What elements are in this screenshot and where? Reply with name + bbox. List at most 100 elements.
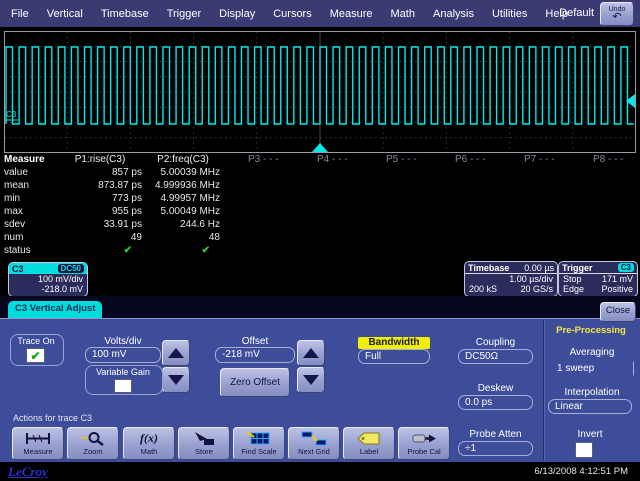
measure-num-p7 [498,232,567,245]
interpolation-field[interactable]: Linear [548,399,632,414]
measure-sdev-p6 [429,219,498,232]
offset-label: Offset [215,336,295,347]
measure-row-label-max: max [4,206,56,219]
menu-item-file[interactable]: File [2,8,38,20]
default-setup-button[interactable]: Default [559,7,594,19]
timebase-descriptor[interactable]: Timebase 0.00 µs 1.00 µs/div 200 kS 20 G… [464,261,558,297]
measure-num-p3 [222,232,291,245]
next-grid-icon [301,431,327,446]
measure-table-title: Measure [4,154,56,167]
menu-item-math[interactable]: Math [382,8,424,20]
menu-item-analysis[interactable]: Analysis [424,8,483,20]
measure-col-header-p4[interactable]: P4 - - - [291,154,360,167]
volts-div-decrease-button[interactable] [162,367,190,393]
channel-c3-grid-label: C3 [6,110,17,119]
trigger-mode: Stop [563,274,582,284]
toolbar-button-label: Zoom [83,447,102,456]
measure-value-p1: 857 ps [56,167,144,180]
label-button[interactable]: Label [343,427,395,460]
probe-cal-button[interactable]: Probe Cal [398,427,450,460]
volts-div-increase-button[interactable] [162,340,190,366]
measure-row-label-sdev: sdev [4,219,56,232]
measure-row-label-num: num [4,232,56,245]
channel-c3-name: C3 [12,264,24,274]
deskew-label: Deskew [458,383,533,394]
measure-col-header-p8[interactable]: P8 - - - [567,154,636,167]
menu-item-display[interactable]: Display [210,8,264,20]
menu-item-cursors[interactable]: Cursors [264,8,321,20]
math-button[interactable]: f(x)Math [123,427,175,460]
menu-item-vertical[interactable]: Vertical [38,8,92,20]
probe-atten-field[interactable]: ÷1 [458,441,533,456]
menu-item-utilities[interactable]: Utilities [483,8,536,20]
toolbar-button-label: Store [195,447,213,456]
close-button[interactable]: Close [600,302,636,322]
measure-num-p2: 48 [144,232,222,245]
averaging-field[interactable]: 1 sweep [550,361,634,376]
channel-c3-descriptor[interactable]: C3 DC50 100 mV/div -218.0 mV [8,262,88,297]
trigger-descriptor[interactable]: Trigger C3 Stop 171 mV Edge Positive [558,261,638,297]
measure-col-header-p3[interactable]: P3 - - - [222,154,291,167]
volts-div-field[interactable]: 100 mV [85,347,161,363]
toolbar-button-label: Label [360,447,378,456]
undo-button[interactable]: Undo ↶ [600,2,634,26]
tab-c3-vertical-adjust[interactable]: C3 Vertical Adjust [8,301,102,318]
bandwidth-field[interactable]: Full [358,349,430,364]
trigger-slope: Positive [601,284,633,294]
arrow-up-icon [168,348,184,358]
measure-row-label-mean: mean [4,180,56,193]
offset-field[interactable]: -218 mV [215,347,295,363]
offset-decrease-button[interactable] [297,367,325,393]
invert-checkbox[interactable] [575,442,593,458]
store-icon [191,431,217,446]
measure-max-p7 [498,206,567,219]
measure-max-p1: 955 ps [56,206,144,219]
zoom-icon [80,431,106,446]
variable-gain-checkbox[interactable] [114,379,132,393]
trigger-type: Edge [563,284,584,294]
next-grid-button[interactable]: Next Grid [288,427,340,460]
measure-button[interactable]: Measure [12,427,64,460]
measure-value-p7 [498,167,567,180]
measure-sdev-p2: 244.6 Hz [144,219,222,232]
measure-sdev-p5 [360,219,429,232]
deskew-field[interactable]: 0.0 ps [458,395,533,410]
lecroy-logo: LeCroy [8,464,48,480]
measure-col-header-p5[interactable]: P5 - - - [360,154,429,167]
measure-col-header-p2[interactable]: P2:freq(C3) [144,154,222,167]
measure-min-p4 [291,193,360,206]
channel-c3-header: C3 DC50 [9,263,87,274]
measure-sdev-p7 [498,219,567,232]
zoom-button[interactable]: Zoom [67,427,119,460]
zero-offset-button[interactable]: Zero Offset [220,368,290,397]
probe-cal-icon [411,431,437,446]
measure-min-p8 [567,193,636,206]
find-scale-button[interactable]: Find Scale [233,427,285,460]
coupling-field[interactable]: DC50Ω [458,349,533,364]
measure-col-header-p1[interactable]: P1:rise(C3) [56,154,144,167]
measure-status-p5 [360,245,429,258]
menu-item-timebase[interactable]: Timebase [92,8,158,20]
measure-col-header-p7[interactable]: P7 - - - [498,154,567,167]
menu-items: FileVerticalTimebaseTriggerDisplayCursor… [2,0,577,27]
toolbar-button-label: Find Scale [241,447,276,456]
measure-icon [25,431,51,446]
measure-value-p6 [429,167,498,180]
menu-item-measure[interactable]: Measure [321,8,382,20]
label-icon [356,431,382,446]
measure-max-p8 [567,206,636,219]
toolbar-button-label: Measure [23,447,52,456]
store-button[interactable]: Store [178,427,230,460]
measure-max-p3 [222,206,291,219]
measure-col-header-p6[interactable]: P6 - - - [429,154,498,167]
menu-item-trigger[interactable]: Trigger [158,8,210,20]
trace-on-checkbox[interactable]: ✔ [26,348,45,363]
measure-min-p6 [429,193,498,206]
measure-row-label-status: status [4,245,56,258]
measure-max-p2: 5.00049 MHz [144,206,222,219]
measure-status-p7 [498,245,567,258]
offset-increase-button[interactable] [297,340,325,366]
waveform-area[interactable]: C3 [4,31,636,153]
trace-on-label: Trace On [10,336,62,346]
measure-num-p4 [291,232,360,245]
